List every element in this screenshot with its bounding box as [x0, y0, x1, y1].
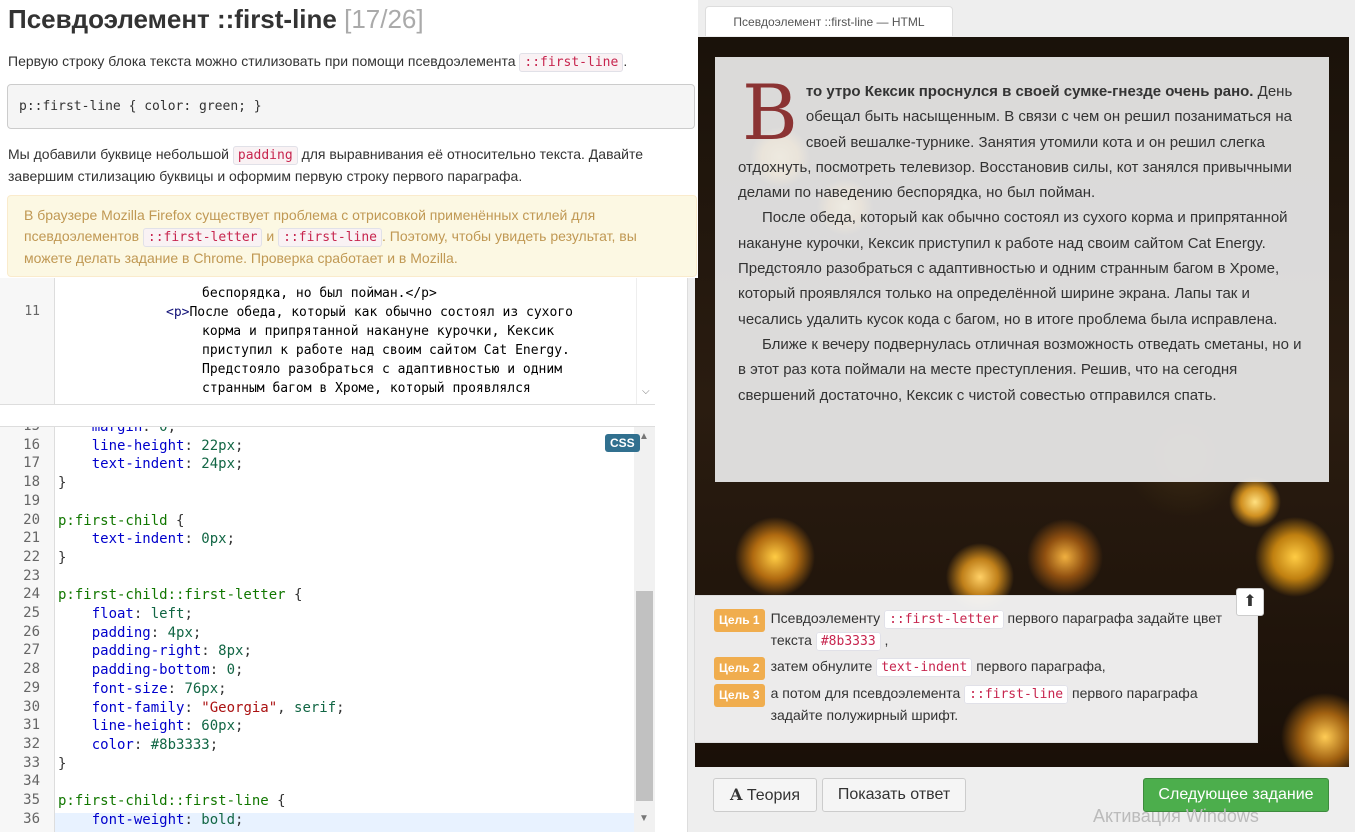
html-scrollbar[interactable]: ⌵: [636, 278, 655, 404]
lesson-title: Псевдоэлемент ::first-line [17/26]: [8, 4, 424, 34]
line-number: 35: [23, 792, 40, 808]
line-number: 33: [23, 754, 40, 771]
line-number: 17: [23, 455, 40, 472]
code-line: Предстояло разобраться с адаптивностью и…: [202, 362, 563, 377]
line-number: 32: [23, 735, 40, 752]
line-number: 23: [23, 567, 40, 584]
goal-1: Цель 1 Псевдоэлементу ::first-letter перв…: [714, 608, 1226, 652]
css-code[interactable]: margin: 0; line-height: 22px; text-inden…: [58, 427, 628, 829]
line-number: 26: [23, 623, 40, 640]
code-line: беспорядка, но был пойман.</p>: [202, 286, 437, 301]
line-number: 19: [23, 492, 40, 509]
inline-code: padding: [232, 146, 298, 165]
code-line: корма и припрятанной накануне курочки, К…: [202, 324, 555, 339]
story-paragraph-1: Вто утро Кексик проснулся в своей сумке-…: [738, 68, 1293, 202]
line-number: 22: [23, 548, 40, 565]
line-number: 20: [23, 511, 40, 528]
chevron-down-icon[interactable]: ▼: [639, 813, 649, 824]
story-paragraph-3: Ближе к вечеру подвернулась отличная воз…: [738, 335, 1302, 404]
story-block: Вто утро Кексик проснулся в своей сумке-…: [715, 57, 1329, 482]
goals-panel: Цель 1 Псевдоэлементу ::first-letter перв…: [694, 595, 1258, 743]
css-gutter: 15 16 17 18 19 20 21 22 23 24 25 26 27 28 29 30 31 32 33 34…: [0, 427, 55, 832]
theory-button[interactable]: A Теория: [713, 778, 817, 812]
goal-label: Цель 3: [714, 684, 765, 707]
css-badge: CSS: [605, 434, 640, 452]
line-number: 30: [23, 698, 40, 715]
lesson-counter: [17/26]: [344, 4, 424, 34]
inline-code: ::first-line: [278, 228, 383, 247]
line-number: 25: [23, 605, 40, 621]
line-number: 27: [23, 642, 40, 659]
code-line: <p>После обеда, который как обычно состо…: [166, 305, 573, 320]
line-number: 18: [23, 474, 40, 491]
goal-label: Цель 2: [714, 657, 765, 680]
goal-2: Цель 2 затем обнулите text-indent первого…: [714, 656, 1226, 680]
line-number: 28: [23, 661, 40, 678]
line-number: 34: [23, 773, 40, 790]
inline-code: ::first-letter: [142, 228, 263, 247]
first-line: то утро Кексик проснулся в своей сумке-г…: [805, 83, 1254, 100]
firefox-warning: В браузере Mozilla Firefox существует пр…: [7, 195, 697, 277]
goal-label: Цель 1: [714, 609, 765, 632]
inline-code: ::first-line: [519, 53, 624, 72]
drop-cap: В: [742, 68, 798, 157]
line-number: 15: [23, 426, 40, 434]
line-number: 16: [23, 436, 40, 453]
theory-icon: A: [729, 785, 743, 804]
lesson-paragraph-2: Мы добавили буквице небольшой padding дл…: [8, 146, 643, 184]
collapse-goals-button[interactable]: ⬆: [1236, 588, 1264, 616]
css-scrollbar[interactable]: ▲ ▼: [634, 427, 655, 832]
line-number: 11: [24, 304, 40, 319]
code-example: p::first-line { color: green; }: [7, 84, 695, 129]
css-editor[interactable]: 15 16 17 18 19 20 21 22 23 24 25 26 27 28 29 30 31 32 33 34…: [0, 426, 655, 832]
lesson-panel: Псевдоэлемент ::first-line [17/26] Перву…: [0, 0, 698, 278]
line-number: 29: [23, 679, 40, 696]
inline-code: ::first-line: [964, 685, 1069, 704]
chevron-down-icon[interactable]: ⌵: [642, 386, 650, 397]
html-gutter: 11: [0, 278, 55, 404]
line-number: 24: [23, 586, 40, 603]
html-editor[interactable]: 11 беспорядка, но был пойман.</p> <p>Пос…: [0, 278, 655, 405]
chevron-up-icon[interactable]: ▲: [639, 431, 649, 442]
inline-code: text-indent: [876, 658, 973, 677]
arrow-up-icon: ⬆: [1243, 593, 1257, 610]
goal-3: Цель 3а потом для псевдоэлемента ::first…: [714, 683, 1226, 726]
story-paragraph-2: После обеда, который как обычно состоял …: [738, 209, 1288, 328]
code-line: странным багом в Хроме, который проявлял…: [202, 381, 531, 396]
show-answer-button[interactable]: Показать ответ: [822, 778, 966, 812]
lesson-paragraph-1: Первую строку блока текста можно стилизо…: [8, 53, 628, 72]
line-number: 21: [23, 530, 40, 547]
tab-html[interactable]: Псевдоэлемент ::first-line — HTML: [705, 6, 953, 36]
line-number: 36: [23, 810, 40, 827]
code-line: приступил к работе над своим сайтом Cat …: [202, 343, 570, 358]
windows-activation-watermark: Активация Windows: [1093, 806, 1259, 826]
scrollbar-thumb[interactable]: [636, 591, 653, 801]
line-number: 31: [23, 717, 40, 734]
inline-code: ::first-letter: [884, 610, 1004, 629]
inline-code: #8b3333: [815, 632, 881, 651]
